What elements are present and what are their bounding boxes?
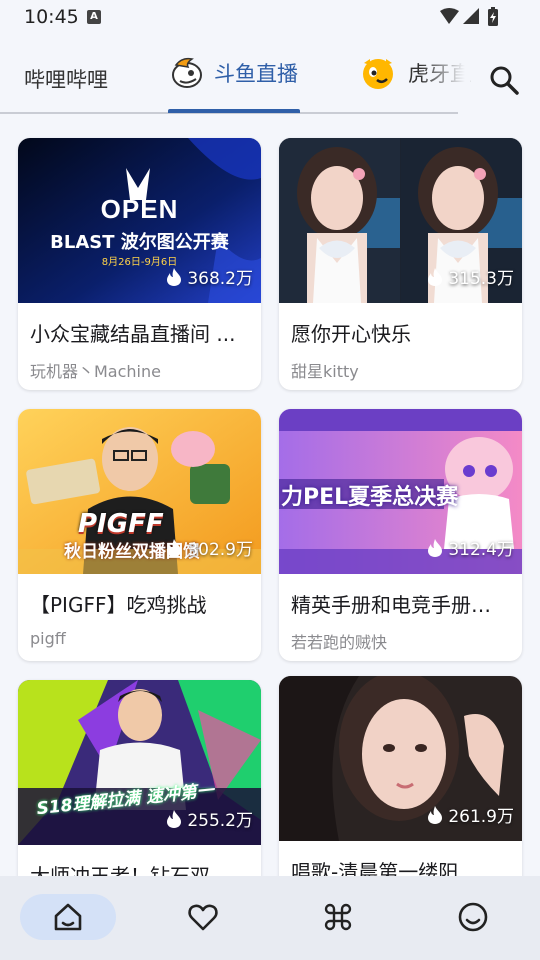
stream-thumbnail: 力PEL夏季总决赛 312.4万: [279, 409, 522, 574]
notification-icon: A: [87, 10, 101, 24]
streamer-name: pigff: [30, 629, 66, 648]
viewer-count-value: 261.9万: [448, 807, 514, 827]
stream-title: 愿你开心快乐: [291, 322, 411, 346]
flame-icon: [428, 267, 443, 286]
stream-thumbnail: OPEN BLAST 波尔图公开赛 8月26日-9月6日 368.2万: [18, 138, 261, 303]
viewer-count: 261.9万: [428, 802, 514, 827]
nav-categories[interactable]: [290, 894, 386, 940]
stream-card[interactable]: OPEN BLAST 波尔图公开赛 8月26日-9月6日 368.2万 小众宝藏…: [18, 138, 261, 390]
streamer-portrait-left: [297, 147, 377, 303]
stream-card[interactable]: S18理解拉满 速冲第一 255.2万 大师冲王者！钻石双…: [18, 680, 261, 876]
viewer-count-value: 315.3万: [448, 269, 514, 289]
stream-thumbnail: 315.3万: [279, 138, 522, 303]
streamer-name: 若若跑的贼快: [291, 633, 388, 652]
nav-favorites[interactable]: [155, 894, 251, 940]
streamer-name: 甜星kitty: [291, 362, 359, 381]
stream-title: 大师冲王者！钻石双…: [30, 864, 230, 876]
thumb-event-title: 力PEL夏季总决赛: [281, 485, 459, 510]
viewer-count-value: 368.2万: [187, 269, 253, 289]
stream-title: 唱歌-清晨第一缕阳…: [291, 860, 479, 876]
home-icon: [54, 903, 82, 931]
stream-thumbnail: S18理解拉满 速冲第一 255.2万: [18, 680, 261, 845]
stream-title: 【PIGFF】吃鸡挑战: [30, 593, 207, 617]
platform-tab-bar: 哔哩哔哩 斗鱼直播 虎牙直: [0, 44, 540, 114]
command-icon: [324, 903, 352, 931]
nav-profile[interactable]: [425, 894, 521, 940]
huya-mascot-icon: [363, 59, 393, 89]
status-bar: 10:45 A: [0, 0, 540, 34]
tab-bilibili[interactable]: 哔哩哔哩: [24, 64, 108, 94]
flame-icon: [167, 809, 182, 828]
stream-card[interactable]: 315.3万 愿你开心快乐 甜星kitty: [279, 138, 522, 390]
tab-label: 斗鱼直播: [214, 62, 298, 86]
viewer-count: 368.2万: [167, 264, 253, 289]
search-icon[interactable]: [486, 62, 522, 98]
bottom-navigation: [0, 876, 540, 960]
status-time: 10:45: [24, 6, 79, 28]
system-status-icons: [440, 7, 498, 26]
tab-active-indicator: [168, 109, 300, 113]
viewer-count-value: 312.4万: [448, 540, 514, 560]
flame-icon: [167, 267, 182, 286]
wifi-icon: [440, 8, 459, 24]
viewer-count-value: 255.2万: [187, 811, 253, 831]
thumb-logo-text: OPEN: [100, 194, 179, 224]
stream-title: 精英手册和电竞手册…: [291, 593, 491, 617]
viewer-count: 255.2万: [167, 806, 253, 831]
stream-title: 小众宝藏结晶直播间 ...: [30, 322, 236, 346]
tab-fade-overlay: [420, 44, 470, 112]
thumb-logo-text: PIGFF: [78, 509, 164, 539]
viewer-count-value: 302.9万: [187, 540, 253, 560]
flame-icon: [428, 538, 443, 557]
douyu-fish-icon: [172, 57, 202, 88]
viewer-count: 312.4万: [428, 535, 514, 560]
stream-card[interactable]: PIGFF 秋日粉丝双播回馈 302.9万 【PIGFF】吃鸡挑战 pigff: [18, 409, 261, 661]
viewer-count: 302.9万: [167, 535, 253, 560]
heart-icon: [188, 904, 218, 931]
flame-icon: [167, 538, 182, 557]
streamer-name: 玩机器丶Machine: [30, 362, 161, 381]
stream-card[interactable]: 力PEL夏季总决赛 312.4万 精英手册和电竞手册… 若若跑的贼快: [279, 409, 522, 661]
stream-thumbnail: PIGFF 秋日粉丝双播回馈 302.9万: [18, 409, 261, 574]
flame-icon: [428, 805, 443, 824]
signal-icon: [463, 8, 479, 24]
nav-home[interactable]: [20, 894, 116, 940]
stream-card[interactable]: 261.9万 唱歌-清晨第一缕阳…: [279, 676, 522, 876]
tab-label: 哔哩哔哩: [24, 68, 108, 92]
smile-icon: [458, 902, 488, 932]
viewer-count: 315.3万: [428, 264, 514, 289]
tab-douyu[interactable]: 斗鱼直播: [168, 57, 298, 88]
stream-grid: OPEN BLAST 波尔图公开赛 8月26日-9月6日 368.2万 小众宝藏…: [0, 114, 540, 876]
thumb-event-title: BLAST 波尔图公开赛: [50, 232, 229, 253]
stream-thumbnail: 261.9万: [279, 676, 522, 841]
